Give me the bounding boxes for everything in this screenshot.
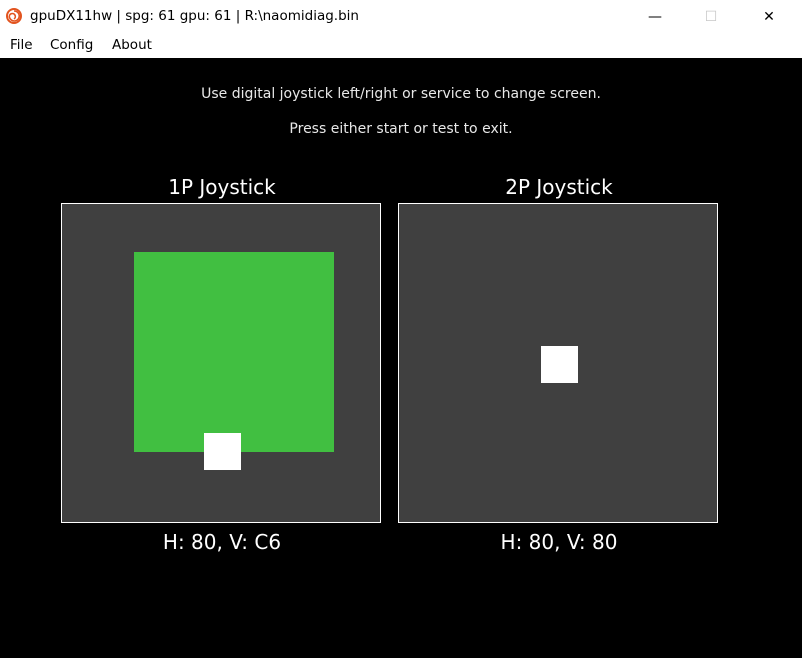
- p1-active-indicator: [134, 252, 334, 452]
- p1-stick-position-marker: [204, 433, 241, 470]
- menu-config[interactable]: Config: [50, 37, 93, 53]
- p2-joystick-title: 2P Joystick: [505, 175, 613, 199]
- p2-axis-readout: H: 80, V: 80: [500, 530, 618, 554]
- maximize-icon: ☐: [704, 9, 718, 25]
- dreamcast-swirl-icon: [6, 8, 22, 24]
- title-bar[interactable]: gpuDX11hw | spg: 61 gpu: 61 | R:\naomidi…: [0, 0, 802, 34]
- minimize-button[interactable]: —: [632, 0, 678, 34]
- p2-joystick-panel: [398, 203, 718, 523]
- menu-about[interactable]: About: [112, 37, 152, 53]
- menu-file[interactable]: File: [10, 37, 33, 53]
- close-button[interactable]: ✕: [746, 0, 792, 34]
- minimize-icon: —: [648, 9, 662, 25]
- p2-stick-position-marker: [541, 346, 578, 383]
- maximize-button[interactable]: ☐: [688, 0, 734, 34]
- p1-joystick-title: 1P Joystick: [168, 175, 276, 199]
- instruction-exit: Press either start or test to exit.: [289, 121, 513, 137]
- menu-bar: File Config About: [0, 34, 802, 59]
- emulator-window: gpuDX11hw | spg: 61 gpu: 61 | R:\naomidi…: [0, 0, 802, 658]
- p1-joystick-panel: [61, 203, 381, 523]
- p1-axis-readout: H: 80, V: C6: [162, 530, 282, 554]
- game-screen: Use digital joystick left/right or servi…: [0, 58, 802, 658]
- close-icon: ✕: [763, 9, 775, 25]
- instruction-change-screen: Use digital joystick left/right or servi…: [201, 86, 601, 102]
- window-title: gpuDX11hw | spg: 61 gpu: 61 | R:\naomidi…: [30, 8, 359, 24]
